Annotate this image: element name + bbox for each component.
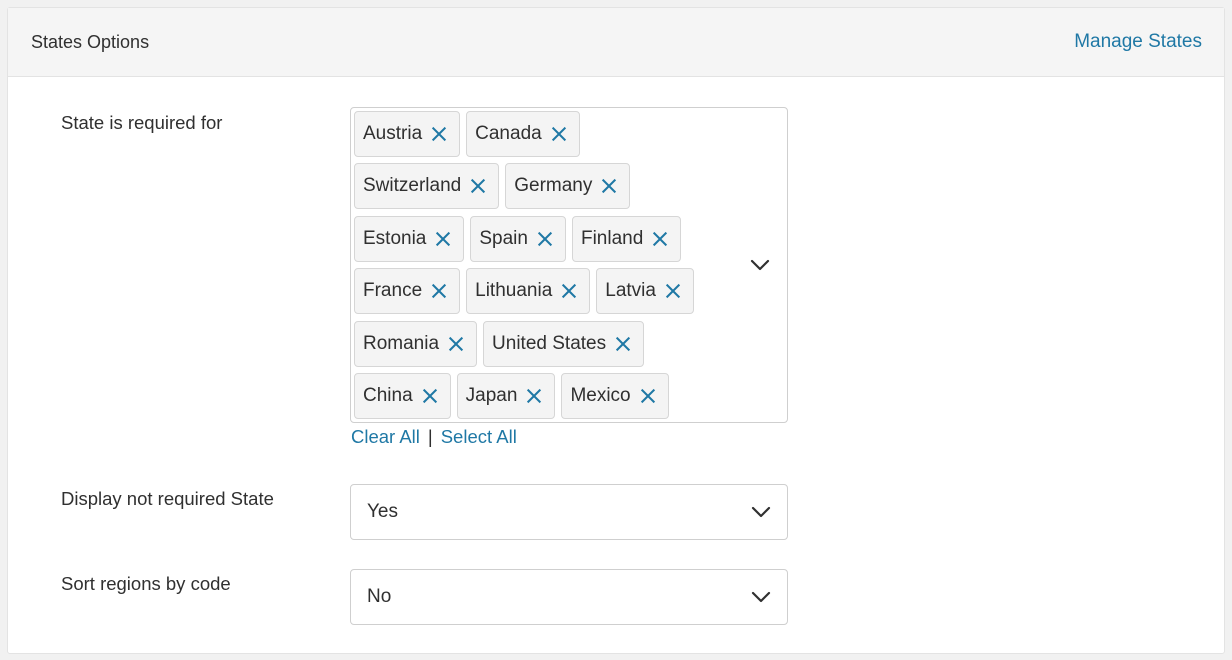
country-tag-label: Latvia	[605, 280, 656, 302]
country-tag-label: Mexico	[570, 384, 631, 406]
country-tag-label: Canada	[475, 123, 542, 144]
display-not-required-value: Yes	[367, 501, 398, 522]
close-icon[interactable]	[551, 126, 567, 142]
country-tag-label: China	[363, 384, 413, 406]
states-options-panel: States Options Manage States State is re…	[7, 7, 1225, 654]
country-tag-label: Spain	[479, 227, 528, 249]
display-not-required-label: Display not required State	[61, 488, 274, 509]
country-tag-label: France	[363, 280, 423, 302]
sort-by-code-select[interactable]: No	[350, 569, 788, 625]
country-tag-label: Estonia	[363, 227, 427, 249]
tag-row: Austria Canada	[354, 111, 724, 157]
tag-row: France Lithuania Latvia	[354, 268, 724, 315]
country-tag: France	[354, 268, 461, 315]
country-tag: United States	[483, 320, 645, 367]
country-tag-label: Lithuania	[475, 280, 553, 302]
state-required-label: State is required for	[61, 112, 223, 133]
country-tag: Austria	[354, 111, 461, 157]
chevron-down-icon	[751, 591, 771, 603]
sort-by-code-value: No	[367, 586, 392, 607]
panel-title: States Options	[31, 31, 150, 52]
panel-header: States Options Manage States	[8, 8, 1224, 77]
tag-row: Switzerland Germany	[354, 163, 724, 210]
selected-countries-list: Austria Canada Switzerland Germany Estonia Sp…	[354, 111, 724, 425]
state-required-multiselect[interactable]: Austria Canada Switzerland Germany Estonia Sp…	[350, 107, 788, 423]
chevron-down-icon[interactable]	[750, 257, 770, 273]
country-tag-label: Switzerland	[363, 175, 462, 197]
country-tag-label: Finland	[580, 227, 644, 249]
country-tag: Lithuania	[466, 268, 591, 315]
close-icon[interactable]	[526, 388, 542, 404]
close-icon[interactable]	[431, 126, 447, 142]
close-icon[interactable]	[561, 283, 577, 299]
select-all-link[interactable]: Select All	[441, 426, 517, 447]
tag-row: China Japan Mexico	[354, 372, 724, 419]
country-tag: Finland	[571, 215, 682, 262]
tag-row: Estonia Spain Finland	[354, 215, 724, 262]
close-icon[interactable]	[537, 231, 553, 247]
country-tag: Canada	[466, 111, 580, 157]
tag-row: Romania United States	[354, 320, 724, 367]
close-icon[interactable]	[652, 231, 668, 247]
country-tag-label: Japan	[465, 384, 518, 406]
close-icon[interactable]	[470, 178, 486, 194]
country-tag: Spain	[470, 215, 566, 262]
chevron-down-icon	[751, 506, 771, 518]
close-icon[interactable]	[448, 336, 464, 352]
country-tag: China	[354, 372, 451, 419]
close-icon[interactable]	[435, 231, 451, 247]
country-tag: Estonia	[354, 215, 465, 262]
close-icon[interactable]	[640, 388, 656, 404]
display-not-required-select[interactable]: Yes	[350, 484, 788, 540]
country-tag-label: Austria	[363, 123, 423, 144]
manage-states-link[interactable]: Manage States	[1074, 31, 1202, 53]
country-tag: Romania	[354, 320, 478, 367]
country-tag-label: United States	[492, 332, 607, 354]
close-icon[interactable]	[601, 178, 617, 194]
country-tag-label: Romania	[363, 332, 440, 354]
clear-all-link[interactable]: Clear All	[351, 426, 420, 447]
multiselect-actions: Clear All | Select All	[351, 426, 517, 448]
close-icon[interactable]	[615, 336, 631, 352]
close-icon[interactable]	[422, 388, 438, 404]
country-tag: Switzerland	[354, 163, 500, 210]
actions-separator: |	[427, 426, 433, 447]
country-tag: Germany	[505, 163, 631, 210]
sort-by-code-label: Sort regions by code	[61, 573, 231, 594]
country-tag: Latvia	[596, 268, 694, 315]
close-icon[interactable]	[665, 283, 681, 299]
country-tag: Japan	[456, 372, 556, 419]
close-icon[interactable]	[431, 283, 447, 299]
country-tag-label: Germany	[514, 175, 593, 197]
country-tag: Mexico	[561, 372, 669, 419]
